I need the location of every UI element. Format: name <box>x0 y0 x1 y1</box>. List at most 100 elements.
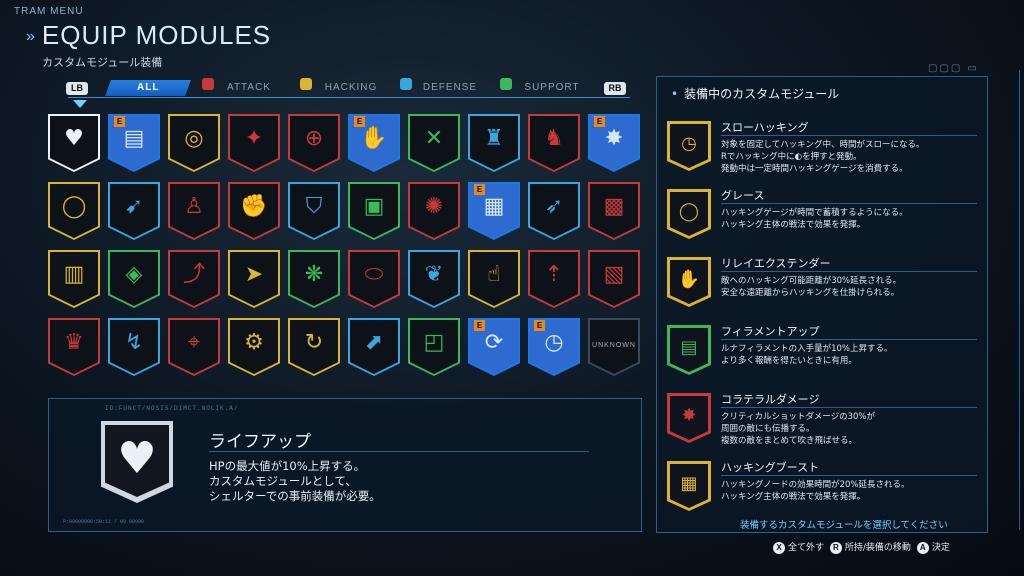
module-slot-muscle[interactable]: ♛ <box>48 316 100 378</box>
hacking-icon <box>300 78 312 90</box>
x-button-icon[interactable]: X <box>773 542 785 554</box>
module-slot-slow-clock[interactable]: ◷ E <box>528 316 580 378</box>
module-slot-crouch-shield[interactable]: ⛉ <box>288 180 340 242</box>
crossed-arrows-icon: ✕ <box>424 126 444 151</box>
module-slot-loop[interactable]: ⟳ E <box>468 316 520 378</box>
equipped-module-entry[interactable]: ▤ フィラメントアップ ルナフィラメントの入手量が10%上昇する。 より多く報酬を得… <box>665 321 981 385</box>
module-slot-target-man[interactable]: ⌖ <box>168 316 220 378</box>
module-slot-defense-crouch[interactable]: ♜ <box>468 112 520 174</box>
module-slot-runner[interactable]: ♞ <box>528 112 580 174</box>
soldier-hit-icon: ✦ <box>244 126 264 151</box>
frame-decoration <box>1005 70 1020 530</box>
module-slot-runner-up[interactable]: ⇡ <box>528 248 580 310</box>
r-button-icon[interactable]: R <box>829 542 842 554</box>
module-slot-chips[interactable]: ◰ <box>408 316 460 378</box>
tab-support[interactable]: SUPPORT <box>514 80 590 96</box>
divider <box>721 475 977 476</box>
equipped-module-entry[interactable]: ◯ グレース ハッキングゲージが時間で蓄積するようになる。 ハッキング主体の戦法で効… <box>665 185 981 249</box>
equipped-module-entry[interactable]: ✋ リレイエクステンダー 敵へのハッキング可能距離が30%延長される。 安全な遠距離… <box>665 253 981 317</box>
module-slot-slide[interactable]: ↯ <box>108 316 160 378</box>
grace-ring-icon: ◯ <box>61 194 87 219</box>
button-hints: X 全て外す R 所持/装備の移動 A 決定 <box>770 540 950 554</box>
module-slot-gunner[interactable]: ➹ <box>108 180 160 242</box>
equipped-module-name: コラテラルダメージ <box>721 393 820 406</box>
grid-punch-icon: ▧ <box>603 262 625 287</box>
module-slot-leap[interactable]: ⤴ <box>168 248 220 310</box>
module-slot-kick[interactable]: ➶ <box>528 180 580 242</box>
tab-defense[interactable]: DEFENSE <box>412 80 488 96</box>
tab-all[interactable]: ALL <box>105 80 191 96</box>
crosshair-icon: ⊕ <box>304 126 324 151</box>
equipped-module-name: スローハッキング <box>721 121 809 134</box>
description-line: シェルターでの事前装備が必要。 <box>209 489 381 503</box>
module-slot-crosshair[interactable]: ⊕ <box>288 112 340 174</box>
tab-underline <box>68 97 630 98</box>
module-slot-shield-arrow[interactable]: ⬈ <box>348 316 400 378</box>
kick-icon: ➶ <box>544 194 564 219</box>
module-slot-grid-punch[interactable]: ▧ <box>588 248 640 310</box>
shield-arrow-icon: ⬈ <box>364 330 384 355</box>
hand-wave-icon: ✋ <box>360 126 388 151</box>
equipped-module-desc: 対象を固定してハッキング中、時間がスローになる。 Rでハッキング中に◐を押すと発… <box>721 140 925 174</box>
module-slot-ammo[interactable]: ⬭ <box>348 248 400 310</box>
selection-indicator-icon <box>73 100 87 108</box>
module-slot-drone[interactable]: ❋ <box>288 248 340 310</box>
equipped-module-name: ハッキングブースト <box>721 461 820 474</box>
detail-id-text: ID:FUNCT/NOSIS/DIMCT.NOLIK.A/ <box>105 405 239 412</box>
module-slot-rotate-shield[interactable]: ↻ <box>288 316 340 378</box>
drone-icon: ❋ <box>304 262 324 287</box>
module-slot-soldier-hit[interactable]: ✦ <box>228 112 280 174</box>
panel-ornament: ▢▢▢ ▭ <box>928 63 979 74</box>
a-button-icon[interactable]: A <box>916 542 929 554</box>
module-slot-blast[interactable]: ✺ <box>408 180 460 242</box>
brawler-icon: ✊ <box>240 194 268 219</box>
puppet-icon: ♙ <box>184 194 204 219</box>
equipped-module-entry[interactable]: ◷ スローハッキング 対象を固定してハッキング中、時間がスローになる。 Rでハッキン… <box>665 117 981 181</box>
module-slot-hand-wave[interactable]: ✋ E <box>348 112 400 174</box>
defense-icon <box>400 78 412 90</box>
module-slot-hacking-target[interactable]: ◎ <box>168 112 220 174</box>
equipped-module-name: フィラメントアップ <box>721 325 820 338</box>
module-slot-heart-plus[interactable]: ♥ <box>48 112 100 174</box>
module-slot-hand-plus[interactable]: ☝ <box>468 248 520 310</box>
heart-plus-icon: ♥ <box>64 126 84 151</box>
ammo-icon: ⬭ <box>364 262 384 287</box>
module-slot-chip[interactable]: ▣ <box>348 180 400 242</box>
module-slot-crossed-arrows[interactable]: ✕ <box>408 112 460 174</box>
module-slot-grid-boost[interactable]: ▦ E <box>468 180 520 242</box>
module-slot-collateral[interactable]: ✸ E <box>588 112 640 174</box>
tab-hacking[interactable]: HACKING <box>314 80 388 96</box>
module-slot-unknown[interactable]: UNKNOWN <box>588 316 640 378</box>
support-icon <box>500 78 512 90</box>
defense-crouch-icon: ♜ <box>484 126 504 151</box>
crouch-shield-icon: ⛉ <box>305 194 323 219</box>
module-slot-filament-canister[interactable]: ▤ E <box>108 112 160 174</box>
unknown-label: UNKNOWN <box>592 342 636 349</box>
page-title: » EQUIP MODULES <box>26 20 271 51</box>
menu-label: TRAM MENU <box>14 6 84 17</box>
module-slot-dash[interactable]: ➤ <box>228 248 280 310</box>
equipped-module-desc: ルナフィラメントの入手量が10%上昇する。 より多く報酬を得たいときに有用。 <box>721 344 893 366</box>
module-slot-puppet[interactable]: ♙ <box>168 180 220 242</box>
module-slot-chip-grab[interactable]: ◈ <box>108 248 160 310</box>
unequip-all-label: 全て外す <box>788 543 825 553</box>
module-slot-grid-blast[interactable]: ▩ <box>588 180 640 242</box>
equipped-badge: E <box>534 320 545 331</box>
module-slot-tech-ring[interactable]: ⚙ <box>228 316 280 378</box>
equipped-badge: E <box>354 116 365 127</box>
module-slot-brawler[interactable]: ✊ <box>228 180 280 242</box>
slow-clock-icon: ◷ <box>544 330 564 355</box>
module-slot-grid-hand[interactable]: ▥ <box>48 248 100 310</box>
target-man-icon: ⌖ <box>187 330 201 355</box>
equipped-badge: E <box>474 184 485 195</box>
module-name: ライフアップ <box>209 432 311 452</box>
module-slot-grace-ring[interactable]: ◯ <box>48 180 100 242</box>
description-line: HPの最大値が10%上昇する。 <box>209 459 366 473</box>
equipped-modules-panel: ▢▢▢ ▭ 装備中のカスタムモジュール ◷ スローハッキング対象を固定してハッキン… <box>656 63 988 533</box>
grid-boost-icon: ▦ <box>483 194 505 219</box>
equipped-module-entry[interactable]: ▦ ハッキングブースト ハッキングノードの効果時間が20%延長される。 ハッキング主… <box>665 457 981 521</box>
equipped-module-entry[interactable]: ✸ コラテラルダメージ クリティカルショットダメージの30%が 周囲の敵にも伝播する… <box>665 389 981 453</box>
rotate-shield-icon: ↻ <box>304 330 324 355</box>
tab-attack[interactable]: ATTACK <box>214 80 284 96</box>
module-slot-flex[interactable]: ❦ <box>408 248 460 310</box>
